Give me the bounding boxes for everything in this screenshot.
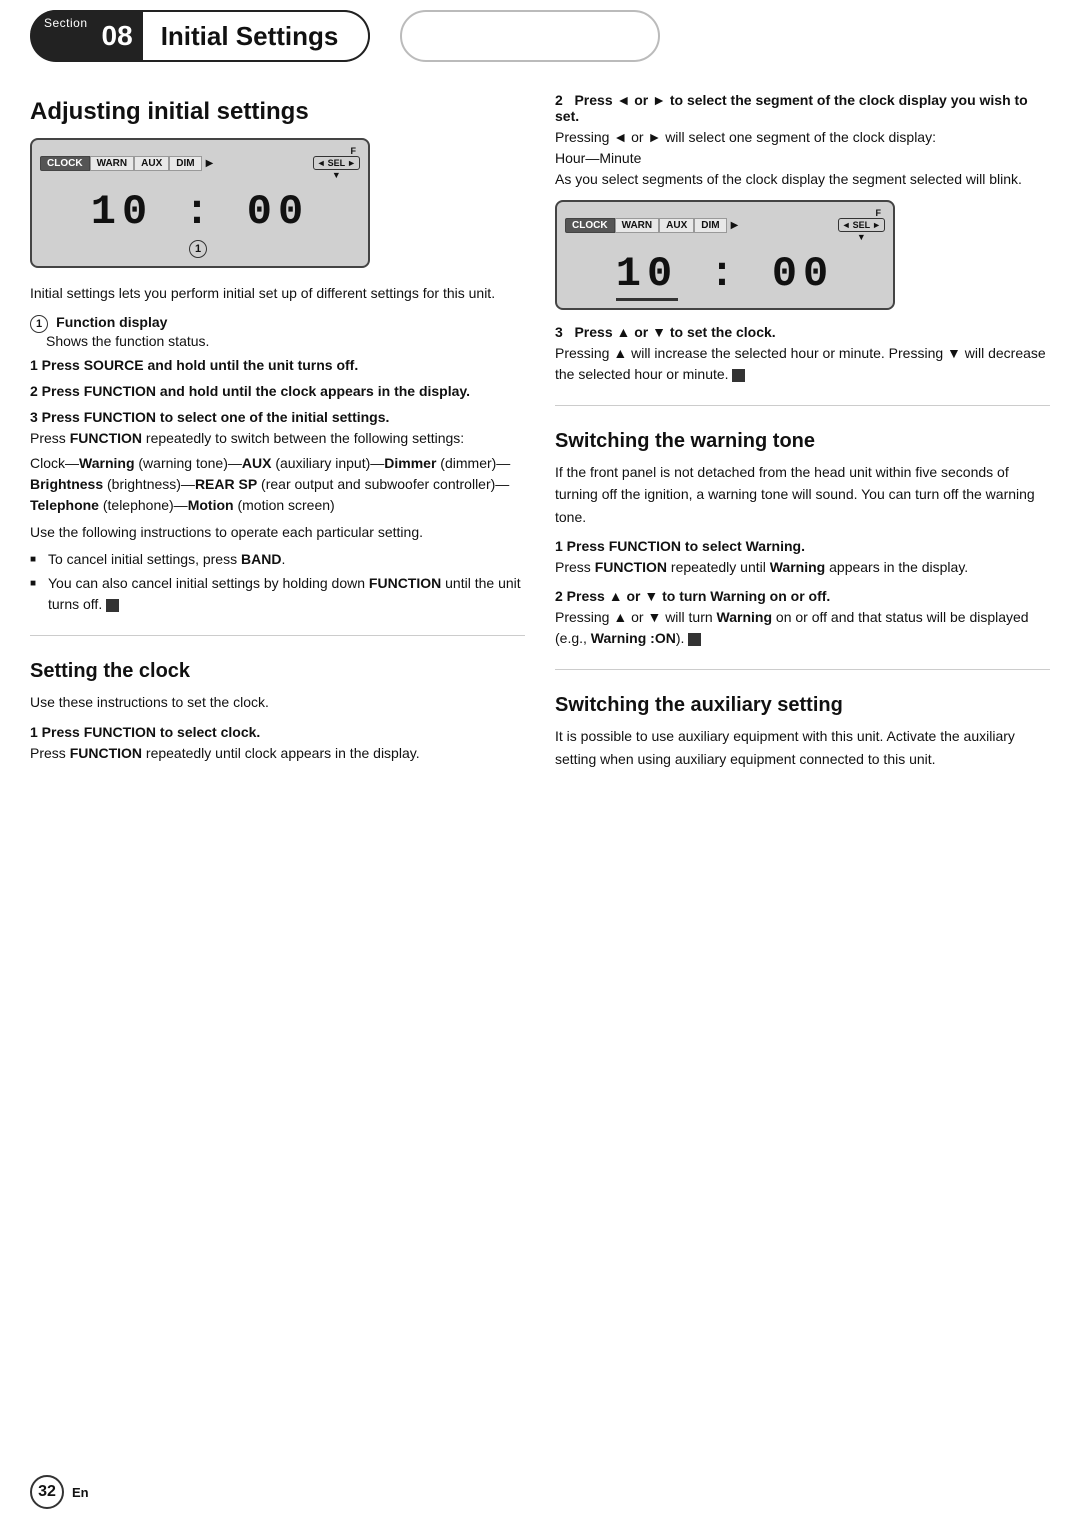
step-2-title: 2 Press FUNCTION and hold until the cloc… [30,383,525,399]
display-1-right-controls: F ◄ SEL ► ▼ [313,146,360,180]
tab-aux-1: AUX [134,156,169,171]
bullet-2: You can also cancel initial settings by … [30,573,525,615]
chevron-left-1: ◄ [317,158,326,168]
left-column: Adjusting initial settings CLOCK WARN AU… [30,92,525,780]
adjusting-heading: Adjusting initial settings [30,98,525,126]
section-number: 08 [96,16,143,56]
step-3-title: 3 Press FUNCTION to select one of the in… [30,409,525,425]
setting-clock-heading: Setting the clock [30,660,525,683]
divider-2 [555,405,1050,406]
display-1-indicator: 1 [40,240,360,258]
chevron-right-1: ► [347,158,356,168]
divider-1 [30,635,525,636]
right-step-2-body1: Pressing ◄ or ► will select one segment … [555,127,1050,148]
section-label: Section [30,10,96,32]
bullet-1: To cancel initial settings, press BAND. [30,549,525,570]
display-2: CLOCK WARN AUX DIM ▶ F ◄ SEL ► ▼ 10 [555,200,895,310]
clock-step-1-title: 1 Press FUNCTION to select clock. [30,724,525,740]
tab-clock-2: CLOCK [565,218,615,233]
language-label: En [72,1485,89,1500]
right-step-3: 3 Press ▲ or ▼ to set the clock. Pressin… [555,324,1050,385]
right-step-2-body2: Hour—Minute [555,148,1050,169]
section-badge: Section 08 Initial Settings [30,10,370,62]
sel-box-1: ◄ SEL ► [313,156,360,170]
warn-step-2-body: Pressing ▲ or ▼ will turn Warning on or … [555,607,1050,649]
sel-box-2: ◄ SEL ► [838,218,885,232]
f-label-2: F [876,208,882,218]
intro-text: Initial settings lets you perform initia… [30,282,525,304]
main-content: Adjusting initial settings CLOCK WARN AU… [0,72,1080,810]
sel-label-1: SEL [328,158,346,168]
tab-aux-2: AUX [659,218,694,233]
circle-1: 1 [189,240,207,258]
right-step-3-title: 3 Press ▲ or ▼ to set the clock. [555,324,1050,340]
right-step-2-title: 2 Press ◄ or ► to select the segment of … [555,92,1050,124]
page-number: 32 [30,1475,64,1509]
sel-label-2: SEL [853,220,871,230]
step-3-body: Press FUNCTION repeatedly to switch betw… [30,428,525,449]
stop-symbol-2 [732,369,745,382]
warn-step-1-body: Press FUNCTION repeatedly until Warning … [555,557,1050,578]
warn-step-1-title: 1 Press FUNCTION to select Warning. [555,538,1050,554]
display-2-right-controls: F ◄ SEL ► ▼ [838,208,885,242]
f-label-1: F [351,146,357,156]
tab-warn-2: WARN [615,218,660,233]
display-2-tab-bar: CLOCK WARN AUX DIM ▶ F ◄ SEL ► ▼ [565,208,885,242]
step-1: 1 Press SOURCE and hold until the unit t… [30,357,525,373]
right-column: 2 Press ◄ or ► to select the segment of … [555,92,1050,780]
circle-function: 1 [30,315,48,333]
clock-step-1: 1 Press FUNCTION to select clock. Press … [30,724,525,764]
function-display-desc: Shows the function status. [30,333,525,349]
tab-warn-1: WARN [90,156,135,171]
blink-hour: 10 [616,250,678,301]
time-colon: : [709,250,771,298]
chevron-left-2: ◄ [842,220,851,230]
display-1-time: 10 : 00 [40,182,360,238]
function-display-label-row: 1 Function display [30,314,525,333]
stop-symbol-3 [688,633,701,646]
arrow-down-2: ▼ [857,232,866,242]
right-step-3-body: Pressing ▲ will increase the selected ho… [555,343,1050,385]
header-right-box [400,10,660,62]
step-1-title: 1 Press SOURCE and hold until the unit t… [30,357,525,373]
stop-symbol-1 [106,599,119,612]
setting-clock-intro: Use these instructions to set the clock. [30,691,525,713]
display-1: CLOCK WARN AUX DIM ▶ F ◄ SEL ► ▼ 10 : 00… [30,138,370,268]
right-step-2: 2 Press ◄ or ► to select the segment of … [555,92,1050,190]
step-2: 2 Press FUNCTION and hold until the cloc… [30,383,525,399]
divider-3 [555,669,1050,670]
right-step-2-body3: As you select segments of the clock disp… [555,169,1050,190]
aux-heading: Switching the auxiliary setting [555,694,1050,717]
step-3-instruction: Use the following instructions to operat… [30,522,525,543]
tab-dim-2: DIM [694,218,726,233]
warn-step-1: 1 Press FUNCTION to select Warning. Pres… [555,538,1050,578]
display-2-time: 10 : 00 [565,244,885,300]
arrow-right-1: ▶ [206,158,214,169]
clock-step-1-body: Press FUNCTION repeatedly until clock ap… [30,743,525,764]
bullet-list: To cancel initial settings, press BAND. … [30,549,525,615]
page-footer: 32 En [30,1475,89,1509]
display-1-tab-bar: CLOCK WARN AUX DIM ▶ F ◄ SEL ► ▼ [40,146,360,180]
chevron-right-2: ► [872,220,881,230]
warning-tone-intro: If the front panel is not detached from … [555,461,1050,528]
warn-step-2: 2 Press ▲ or ▼ to turn Warning on or off… [555,588,1050,649]
tab-dim-1: DIM [169,156,201,171]
warning-tone-heading: Switching the warning tone [555,430,1050,453]
tab-clock-1: CLOCK [40,156,90,171]
section-title: Initial Settings [143,10,371,62]
warn-step-2-title: 2 Press ▲ or ▼ to turn Warning on or off… [555,588,1050,604]
arrow-right-2: ▶ [731,220,739,231]
step-3: 3 Press FUNCTION to select one of the in… [30,409,525,615]
page-header: Section 08 Initial Settings [0,0,1080,62]
aux-intro: It is possible to use auxiliary equipmen… [555,725,1050,770]
arrow-down-1: ▼ [332,170,341,180]
time-minutes: 00 [772,250,834,298]
step-3-settings: Clock—Warning (warning tone)—AUX (auxili… [30,453,525,516]
function-display-label: Function display [56,314,167,330]
